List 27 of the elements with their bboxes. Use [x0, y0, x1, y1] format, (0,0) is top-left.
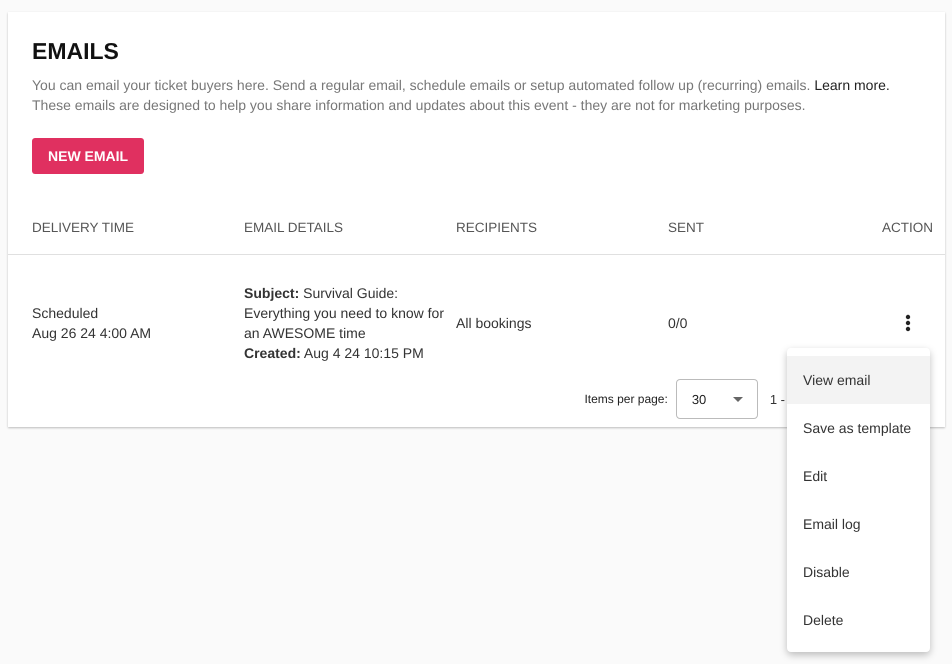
sent-text: 0/0: [668, 315, 688, 331]
new-email-button[interactable]: NEW EMAIL: [32, 138, 144, 174]
menu-item[interactable]: View email: [787, 356, 930, 404]
items-per-page-label: Items per page:: [584, 392, 668, 406]
learn-more-link[interactable]: Learn more.: [814, 77, 890, 93]
subject-text: Subject: Survival Guide: Everything you need to know for an AWESOME time: [244, 284, 446, 343]
delivery-time-text: Aug 26 24 4:00 AM: [32, 324, 152, 343]
note-text: These emails are designed to help you share information and updates about this event - they are not for marketing purposes.: [32, 96, 807, 115]
description-text: You can email your ticket buyers here. Send a regular email, schedule emails or setup automated follow up (recurring) emails. Learn more.: [32, 76, 891, 95]
column-header: DELIVERY TIME: [32, 220, 136, 234]
dropdown-caret-icon: [732, 396, 743, 402]
items-per-page-select[interactable]: 30: [676, 379, 758, 419]
page-range-text: 1 -: [770, 392, 785, 406]
menu-item[interactable]: Disable: [787, 548, 930, 596]
menu-item[interactable]: Delete: [787, 596, 930, 644]
column-header: SENT: [668, 220, 706, 234]
column-header: RECIPIENTS: [456, 220, 538, 234]
menu-item[interactable]: Save as template: [787, 404, 930, 452]
page-title: EMAILS: [32, 38, 120, 65]
recipients-text: All bookings: [456, 315, 532, 331]
menu-item[interactable]: Edit: [787, 452, 930, 500]
more-options-icon[interactable]: [905, 314, 911, 332]
menu-item[interactable]: Email log: [787, 500, 930, 548]
column-header: EMAIL DETAILS: [244, 220, 344, 234]
column-header: ACTION: [880, 220, 933, 234]
status-text: Scheduled: [32, 304, 100, 323]
created-text: Created: Aug 4 24 10:15 PM: [244, 344, 425, 363]
